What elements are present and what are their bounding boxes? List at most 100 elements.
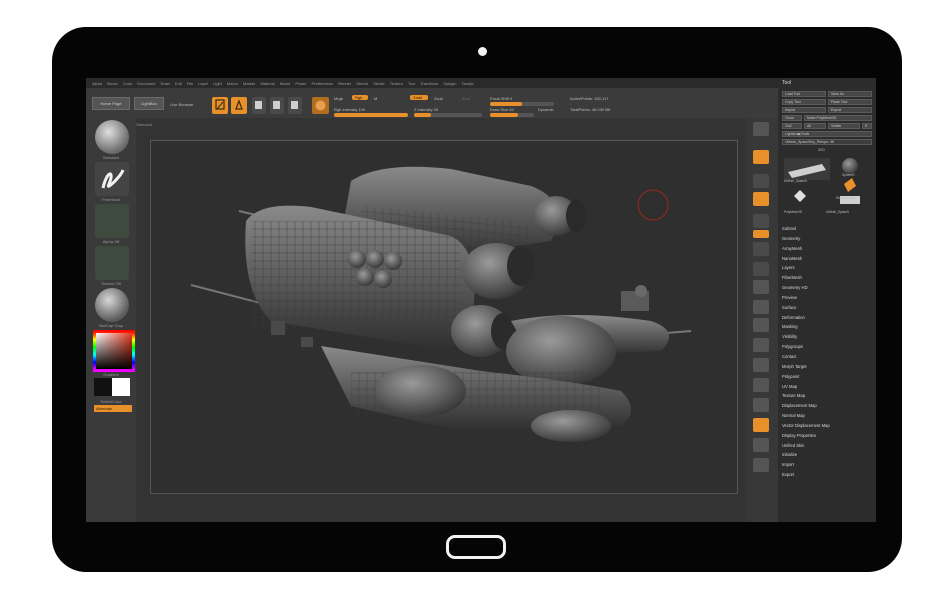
load-tool-button[interactable]: Load Tool xyxy=(782,91,826,97)
zoom-icon[interactable] xyxy=(753,192,769,206)
menu-edit[interactable]: Edit xyxy=(175,81,182,86)
menu-light[interactable]: Light xyxy=(213,81,222,86)
lsym-icon[interactable] xyxy=(753,300,769,314)
brush-thumbnail[interactable] xyxy=(95,120,129,154)
subpalette-contact[interactable]: Contact xyxy=(782,352,872,362)
menu-material[interactable]: Material xyxy=(260,81,274,86)
local-icon[interactable] xyxy=(753,280,769,294)
switch-color-button[interactable]: SwitchColor xyxy=(86,399,136,404)
lightbox-tools-button[interactable]: Lightbox▶Tools xyxy=(782,131,872,137)
menu-layer[interactable]: Layer xyxy=(198,81,208,86)
subpalette-nanomesh[interactable]: NanoMesh xyxy=(782,254,872,264)
rgb-toggle[interactable]: Rgb xyxy=(352,95,368,100)
draw-size-slider[interactable] xyxy=(490,113,534,117)
menu-zplugin[interactable]: Zplugin xyxy=(443,81,456,86)
subpalette-unified-skin[interactable]: Unified Skin xyxy=(782,441,872,451)
m-toggle[interactable]: M xyxy=(374,96,377,101)
menu-file[interactable]: File xyxy=(187,81,193,86)
subpalette-display-properties[interactable]: Display Properties xyxy=(782,431,872,441)
menu-preferences[interactable]: Preferences xyxy=(312,81,334,86)
goz-button[interactable]: GoZ xyxy=(782,123,802,129)
current-tool-slider[interactable]: UMesh_SpaceShip_Retopo: 48 xyxy=(782,139,872,145)
z-intensity-slider[interactable] xyxy=(414,113,482,117)
draw-mode-button[interactable] xyxy=(231,97,247,114)
frame-icon[interactable] xyxy=(753,318,769,332)
texture-thumbnail[interactable] xyxy=(95,246,129,280)
menu-picker[interactable]: Picker xyxy=(295,81,306,86)
subpalette-fibermesh[interactable]: FiberMesh xyxy=(782,273,872,283)
subpalette-export[interactable]: Export xyxy=(782,470,872,480)
bpr-icon[interactable] xyxy=(753,122,769,136)
floor-icon[interactable] xyxy=(753,262,769,276)
subpalette-arraymesh[interactable]: ArrayMesh xyxy=(782,244,872,254)
material-swatch[interactable] xyxy=(312,97,329,114)
menu-alpha[interactable]: Alpha xyxy=(92,81,102,86)
make-polymesh-button[interactable]: Make PolyMesh3D xyxy=(804,115,872,121)
zcut-toggle[interactable]: Zcut xyxy=(462,96,470,101)
edit-mode-button[interactable] xyxy=(212,97,228,114)
menu-render[interactable]: Render xyxy=(338,81,351,86)
spaceship-model[interactable] xyxy=(151,141,737,493)
home-page-button[interactable]: Home Page xyxy=(92,97,130,110)
scroll-icon[interactable] xyxy=(753,174,769,188)
menu-marker[interactable]: Marker xyxy=(243,81,255,86)
subpalette-initialize[interactable]: Initialize xyxy=(782,450,872,460)
tablet-home-button[interactable] xyxy=(446,535,506,559)
move-mode-button[interactable] xyxy=(252,97,266,114)
menu-tool[interactable]: Tool xyxy=(408,81,415,86)
live-boolean-button[interactable]: Live Boolean xyxy=(170,102,193,107)
secondary-color-swatch[interactable] xyxy=(94,378,112,396)
ghost-icon[interactable] xyxy=(753,458,769,472)
menu-transform[interactable]: Transform xyxy=(420,81,438,86)
goz-all-button[interactable]: All xyxy=(804,123,826,129)
paste-tool-button[interactable]: Paste Tool xyxy=(828,99,872,105)
subpalette-masking[interactable]: Masking xyxy=(782,322,872,332)
subpalette-geometry-hd[interactable]: Geometry HD xyxy=(782,283,872,293)
focal-shift-slider[interactable] xyxy=(490,102,554,106)
lightbox-button[interactable]: LightBox xyxy=(134,97,164,110)
persp-icon[interactable] xyxy=(753,242,769,256)
scale-mode-button[interactable] xyxy=(270,97,284,114)
subpalette-surface[interactable]: Surface xyxy=(782,303,872,313)
import-button[interactable]: Import xyxy=(782,107,826,113)
spix-icon[interactable] xyxy=(753,150,769,164)
subpalette-preview[interactable]: Preview xyxy=(782,293,872,303)
color-picker[interactable] xyxy=(93,330,135,372)
polyf-icon[interactable] xyxy=(753,418,769,432)
actual-icon[interactable] xyxy=(753,214,769,228)
subpalette-geometry[interactable]: Geometry xyxy=(782,234,872,244)
menu-stroke[interactable]: Stroke xyxy=(373,81,385,86)
line-fill-icon[interactable] xyxy=(753,398,769,412)
stroke-thumbnail[interactable] xyxy=(95,162,129,196)
document-canvas[interactable] xyxy=(150,140,738,494)
subpalette-polypaint[interactable]: Polypaint xyxy=(782,372,872,382)
subpalette-import[interactable]: Import xyxy=(782,460,872,470)
main-color-swatch[interactable] xyxy=(112,378,130,396)
menu-texture[interactable]: Texture xyxy=(390,81,403,86)
subpalette-polygroups[interactable]: Polygroups xyxy=(782,342,872,352)
menu-draw[interactable]: Draw xyxy=(160,81,169,86)
menu-stencil[interactable]: Stencil xyxy=(356,81,368,86)
subpalette-normal-map[interactable]: Normal Map xyxy=(782,411,872,421)
zadd-toggle[interactable]: Zadd xyxy=(410,95,428,100)
menu-brush[interactable]: Brush xyxy=(107,81,117,86)
alpha-thumbnail[interactable] xyxy=(95,204,129,238)
copy-tool-button[interactable]: Copy Tool xyxy=(782,99,826,105)
subpalette-displacement-map[interactable]: Displacement Map xyxy=(782,401,872,411)
zsub-toggle[interactable]: Zsub xyxy=(434,96,443,101)
aahalf-icon[interactable] xyxy=(753,230,769,238)
subpalette-morph-target[interactable]: Morph Target xyxy=(782,362,872,372)
subpalette-visibility[interactable]: Visibility xyxy=(782,332,872,342)
subpalette-deformation[interactable]: Deformation xyxy=(782,313,872,323)
subpalette-texture-map[interactable]: Texture Map xyxy=(782,391,872,401)
rotate-icon[interactable] xyxy=(753,378,769,392)
subpalette-vector-displacement-map[interactable]: Vector Displacement Map xyxy=(782,421,872,431)
save-as-button[interactable]: Save As xyxy=(828,91,872,97)
menu-macro[interactable]: Macro xyxy=(227,81,238,86)
goz-visible-button[interactable]: Visible xyxy=(828,123,860,129)
alternate-button[interactable]: Alternate xyxy=(94,405,132,412)
menu-document[interactable]: Document xyxy=(137,81,155,86)
dynamic-toggle[interactable]: Dynamic xyxy=(538,107,554,112)
subpalette-layers[interactable]: Layers xyxy=(782,263,872,273)
scale-icon[interactable] xyxy=(753,358,769,372)
